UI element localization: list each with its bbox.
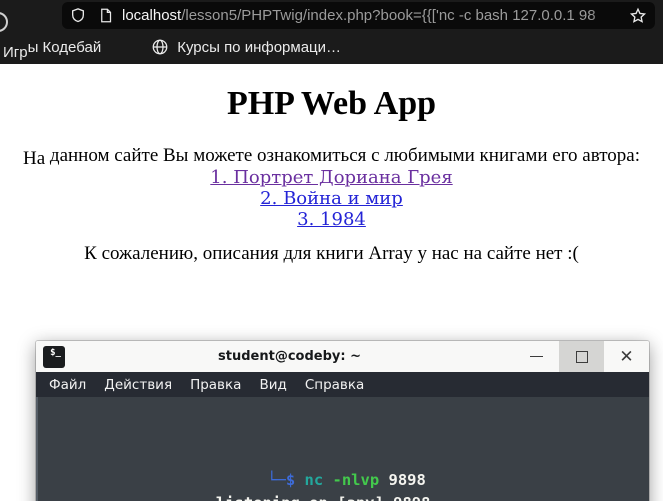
close-icon: ✕ (619, 347, 634, 366)
web-page: PHP Web App На данном сайте Вы можете оз… (0, 64, 663, 501)
maximize-icon (575, 350, 588, 363)
terminal-output[interactable]: └─$ nc -nlvp 9898 listening on [any] 9898… (36, 397, 649, 501)
bookmarks-bar: Игр ы Кодебай Курсы по информаци… (0, 30, 663, 64)
close-button[interactable]: ✕ (604, 341, 649, 372)
bookmark-star-icon[interactable] (629, 7, 647, 25)
minimize-button[interactable] (514, 341, 559, 372)
intro-prefix: На (23, 148, 46, 169)
terminal-titlebar[interactable]: $_ student@codeby: ~ ✕ (36, 341, 649, 372)
page-icon (101, 8, 112, 23)
url-fade (589, 7, 623, 24)
url-host: localhost (122, 7, 182, 24)
maximize-button[interactable] (559, 341, 604, 372)
terminal-text-segment: └─$ (267, 471, 305, 490)
terminal-menu-item[interactable]: Файл (40, 377, 95, 393)
terminal-app-icon: $_ (43, 345, 65, 368)
bookmark-item-courses[interactable]: Курсы по информаци… (177, 39, 341, 56)
terminal-menu-item[interactable]: Правка (181, 377, 250, 393)
terminal-text-segment: nc (304, 471, 324, 490)
intro-rest: данном сайте Вы можете ознакомиться с лю… (45, 145, 640, 166)
terminal-menubar: Файл Действия Правка Вид Справка (36, 372, 649, 397)
terminal-window: $_ student@codeby: ~ ✕ Файл Действия Правк… (36, 341, 649, 501)
browser-toolbar: localhost/lesson5/PHPTwig/index.php?book… (0, 0, 663, 32)
terminal-text-segment: -nlvp (332, 471, 380, 490)
screen: localhost/lesson5/PHPTwig/index.php?book… (0, 0, 663, 501)
browser-chrome: localhost/lesson5/PHPTwig/index.php?book… (0, 0, 663, 64)
intro-text: На данном сайте Вы можете ознакомиться с… (0, 145, 663, 169)
globe-icon (152, 39, 168, 55)
window-controls: ✕ (514, 341, 649, 372)
terminal-line: listening on [any] 9898 ... (44, 492, 649, 501)
page-title: PHP Web App (226, 85, 437, 122)
bookmark-item-codeby[interactable]: ы Кодебай (28, 39, 102, 56)
no-description-message: К сожалению, описания для книги Array у … (84, 243, 579, 264)
terminal-menu-item[interactable]: Вид (250, 377, 295, 393)
terminal-menu-item[interactable]: Справка (296, 377, 373, 393)
terminal-text-segment: 9898 (379, 471, 426, 490)
terminal-text-segment: listening on [any] 9898 ... (216, 494, 477, 501)
book-link[interactable]: 2. Война и мир (0, 188, 663, 209)
book-link[interactable]: 1. Портрет Дориана Грея (0, 167, 663, 188)
shield-icon (72, 8, 84, 23)
book-links: 1. Портрет Дориана Грея 2. Война и мир 3. … (0, 167, 663, 230)
reload-icon[interactable] (0, 12, 8, 32)
url-text: localhost/lesson5/PHPTwig/index.php?book… (122, 7, 623, 24)
terminal-menu-item[interactable]: Действия (95, 377, 181, 393)
bookmark-item-games[interactable]: Игр (3, 44, 28, 61)
url-path: /lesson5/PHPTwig/index.php?book={{['nc -… (181, 7, 596, 24)
book-link[interactable]: 3. 1984 (0, 209, 663, 230)
minimize-icon (530, 356, 543, 357)
terminal-line: └─$ nc -nlvp 9898 (44, 469, 649, 491)
url-bar[interactable]: localhost/lesson5/PHPTwig/index.php?book… (62, 2, 655, 29)
terminal-title: student@codeby: ~ (218, 349, 361, 364)
